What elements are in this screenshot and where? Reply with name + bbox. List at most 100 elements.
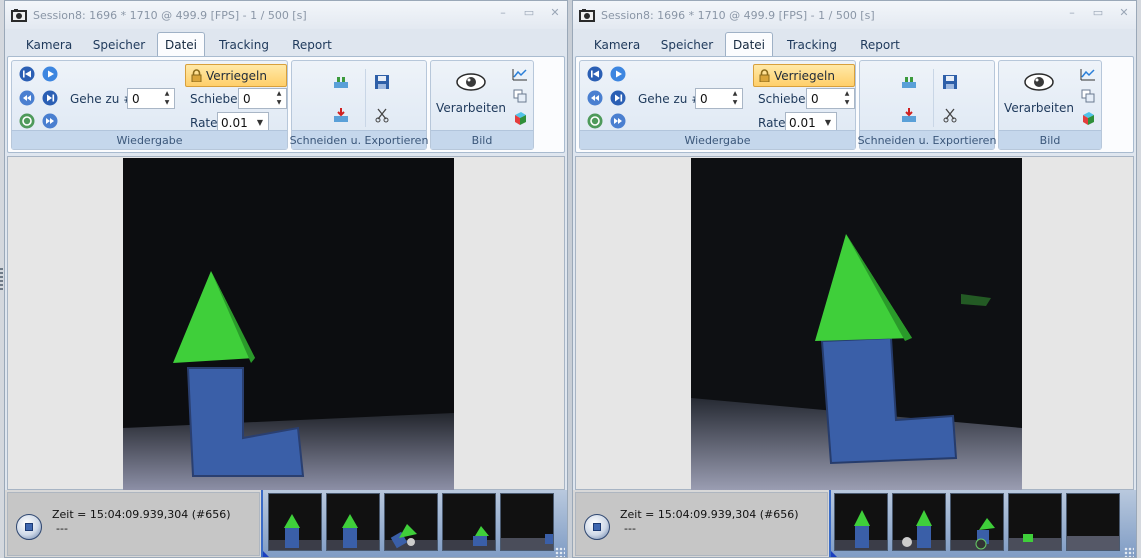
close-icon[interactable]: ✕ [1118, 7, 1130, 19]
left-resize-grip[interactable] [0, 268, 3, 290]
step-back-icon[interactable] [587, 90, 603, 106]
cut-icon[interactable] [373, 106, 391, 124]
thumbnail[interactable] [892, 493, 946, 551]
strip-corner-marker [263, 551, 271, 557]
tab-kamera[interactable]: Kamera [17, 32, 81, 57]
fast-forward-icon[interactable] [610, 113, 626, 129]
spin-arrows-icon[interactable]: ▲ ▼ [842, 90, 852, 107]
goto-frame-value: 0 [132, 91, 140, 106]
loop-icon[interactable] [587, 113, 603, 129]
maximize-icon[interactable]: ▭ [1092, 7, 1104, 19]
ribbon-tabs: Kamera Speicher Datei Tracking Report [5, 32, 567, 57]
thumbnail-strip[interactable] [261, 490, 567, 557]
histogram-icon[interactable] [511, 65, 529, 83]
lock-icon [759, 69, 770, 82]
thumbnail[interactable] [950, 493, 1004, 551]
image-viewport[interactable] [575, 156, 1134, 490]
group-label-wiedergabe: Wiedergabe [12, 130, 287, 149]
copy-image-icon[interactable] [511, 87, 529, 105]
thumbnail-strip[interactable] [829, 490, 1136, 557]
lock-label: Verriegeln [206, 68, 267, 83]
export-icon[interactable] [332, 106, 350, 124]
maximize-icon[interactable]: ▭ [523, 7, 535, 19]
resize-grip-icon[interactable] [1124, 547, 1134, 557]
goto-frame-input[interactable]: 0 ▲ ▼ [127, 88, 175, 109]
video-frame-image [123, 158, 454, 490]
step-back-icon[interactable] [19, 90, 35, 106]
tab-tracking[interactable]: Tracking [211, 32, 277, 57]
rate-label: Rate [758, 116, 786, 130]
tab-report[interactable]: Report [285, 32, 339, 57]
play-icon[interactable] [42, 66, 58, 82]
save-icon[interactable] [373, 73, 391, 91]
save-icon[interactable] [941, 73, 959, 91]
3d-view-icon[interactable] [511, 109, 529, 127]
skip-to-start-icon[interactable] [19, 66, 35, 82]
tab-datei[interactable]: Datei [157, 32, 205, 57]
goto-frame-input[interactable]: 0 ▲ ▼ [695, 88, 743, 109]
process-button[interactable]: Verarbeiten [436, 73, 506, 115]
close-icon[interactable]: ✕ [549, 7, 561, 19]
spin-arrows-icon[interactable]: ▲ ▼ [162, 90, 172, 107]
thumbnail[interactable] [1008, 493, 1062, 551]
fast-forward-icon[interactable] [42, 113, 58, 129]
tab-speicher[interactable]: Speicher [653, 32, 721, 57]
minimize-icon[interactable]: – [497, 7, 509, 19]
loop-icon[interactable] [19, 113, 35, 129]
spin-arrows-icon[interactable]: ▲ ▼ [274, 90, 284, 107]
process-button[interactable]: Verarbeiten [1004, 73, 1074, 115]
video-frame[interactable] [123, 158, 454, 490]
thumbnail[interactable] [500, 493, 554, 551]
export-icon[interactable] [900, 106, 918, 124]
video-frame[interactable] [691, 158, 1022, 490]
trim-icon[interactable] [900, 73, 918, 91]
session-window-right: Session8: 1696 * 1710 @ 499.9 [FPS] - 1 … [572, 0, 1137, 558]
stop-icon [25, 523, 33, 531]
copy-image-icon[interactable] [1079, 87, 1097, 105]
tab-speicher[interactable]: Speicher [85, 32, 153, 57]
shift-label: Schiebe [758, 92, 806, 106]
status-area: Zeit = 15:04:09.939,304 (#656) --- [5, 490, 567, 557]
group-label-schneiden: Schneiden u. Exportieren [290, 130, 428, 149]
skip-to-start-icon[interactable] [587, 66, 603, 82]
shift-input[interactable]: 0 ▲ ▼ [238, 88, 287, 109]
3d-view-icon[interactable] [1079, 109, 1097, 127]
minimize-icon[interactable]: – [1066, 7, 1078, 19]
trim-icon[interactable] [332, 73, 350, 91]
spin-arrows-icon[interactable]: ▲ ▼ [730, 90, 740, 107]
tab-kamera[interactable]: Kamera [585, 32, 649, 57]
group-bild: Verarbeiten Bild [430, 60, 534, 150]
rate-value: 0.01 [221, 115, 248, 130]
thumbnail[interactable] [326, 493, 380, 551]
status-subtext: --- [624, 522, 636, 535]
thumbnail[interactable] [1066, 493, 1120, 551]
play-icon[interactable] [610, 66, 626, 82]
thumbnail[interactable] [834, 493, 888, 551]
status-subtext: --- [56, 522, 68, 535]
stop-button[interactable] [16, 514, 42, 540]
step-forward-icon[interactable] [610, 90, 626, 106]
tab-datei[interactable]: Datei [725, 32, 773, 57]
lock-button[interactable]: Verriegeln [753, 64, 855, 87]
eye-icon [456, 73, 486, 91]
group-schneiden-exportieren: Schneiden u. Exportieren [858, 60, 996, 150]
stop-button[interactable] [584, 514, 610, 540]
ribbon-panel: Gehe zu # 0 ▲ ▼ Verriegeln Schiebe 0 ▲ ▼ Rat… [575, 56, 1134, 153]
thumbnail[interactable] [384, 493, 438, 551]
window-title: Session8: 1696 * 1710 @ 499.9 [FPS] - 1 … [33, 8, 307, 22]
image-viewport[interactable] [7, 156, 565, 490]
tab-report[interactable]: Report [853, 32, 907, 57]
thumbnail[interactable] [442, 493, 496, 551]
cut-icon[interactable] [941, 106, 959, 124]
group-schneiden-exportieren: Schneiden u. Exportieren [290, 60, 428, 150]
ribbon-panel: Gehe zu # 0 ▲ ▼ Verriegeln Schiebe 0 ▲ ▼ Rat… [7, 56, 565, 153]
rate-value: 0.01 [789, 115, 816, 130]
shift-input[interactable]: 0 ▲ ▼ [806, 88, 855, 109]
thumbnail[interactable] [268, 493, 322, 551]
shift-label: Schiebe [190, 92, 238, 106]
lock-button[interactable]: Verriegeln [185, 64, 287, 87]
tab-tracking[interactable]: Tracking [779, 32, 845, 57]
histogram-icon[interactable] [1079, 65, 1097, 83]
step-forward-icon[interactable] [42, 90, 58, 106]
resize-grip-icon[interactable] [555, 547, 565, 557]
